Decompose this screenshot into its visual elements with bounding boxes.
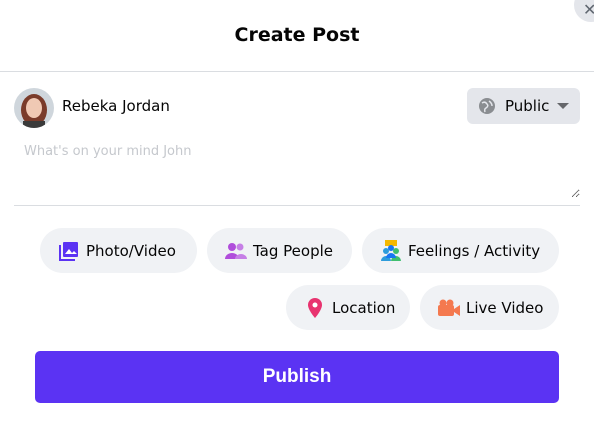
video-camera-icon — [438, 297, 460, 319]
post-text-input[interactable] — [14, 140, 580, 198]
header-divider — [0, 71, 594, 72]
tag-people-icon — [225, 240, 247, 262]
create-post-dialog: ✕ Create Post Rebeka Jordan Public What'… — [0, 0, 594, 437]
photo-icon — [58, 240, 80, 262]
privacy-selector[interactable]: Public — [467, 88, 580, 124]
author-name: Rebeka Jordan — [62, 97, 170, 115]
publish-button[interactable]: Publish — [35, 351, 559, 403]
tag-people-button[interactable]: Tag People — [207, 228, 352, 273]
feelings-icon — [380, 239, 402, 262]
live-video-button[interactable]: Live Video — [420, 285, 559, 330]
photo-video-label: Photo/Video — [86, 241, 176, 260]
feelings-activity-button[interactable]: Feelings / Activity — [362, 228, 559, 273]
location-label: Location — [332, 298, 396, 317]
tag-people-label: Tag People — [253, 241, 333, 260]
feelings-activity-label: Feelings / Activity — [408, 241, 541, 260]
input-divider — [14, 205, 580, 206]
close-button[interactable]: ✕ — [574, 0, 594, 22]
photo-video-button[interactable]: Photo/Video — [40, 228, 197, 273]
location-pin-icon — [304, 297, 326, 319]
caret-down-icon — [557, 103, 570, 109]
location-button[interactable]: Location — [286, 285, 410, 330]
privacy-label: Public — [505, 97, 550, 115]
globe-icon — [479, 98, 495, 114]
dialog-title: Create Post — [234, 24, 360, 46]
avatar — [14, 88, 54, 128]
close-icon: ✕ — [583, 0, 594, 19]
live-video-label: Live Video — [466, 298, 544, 317]
